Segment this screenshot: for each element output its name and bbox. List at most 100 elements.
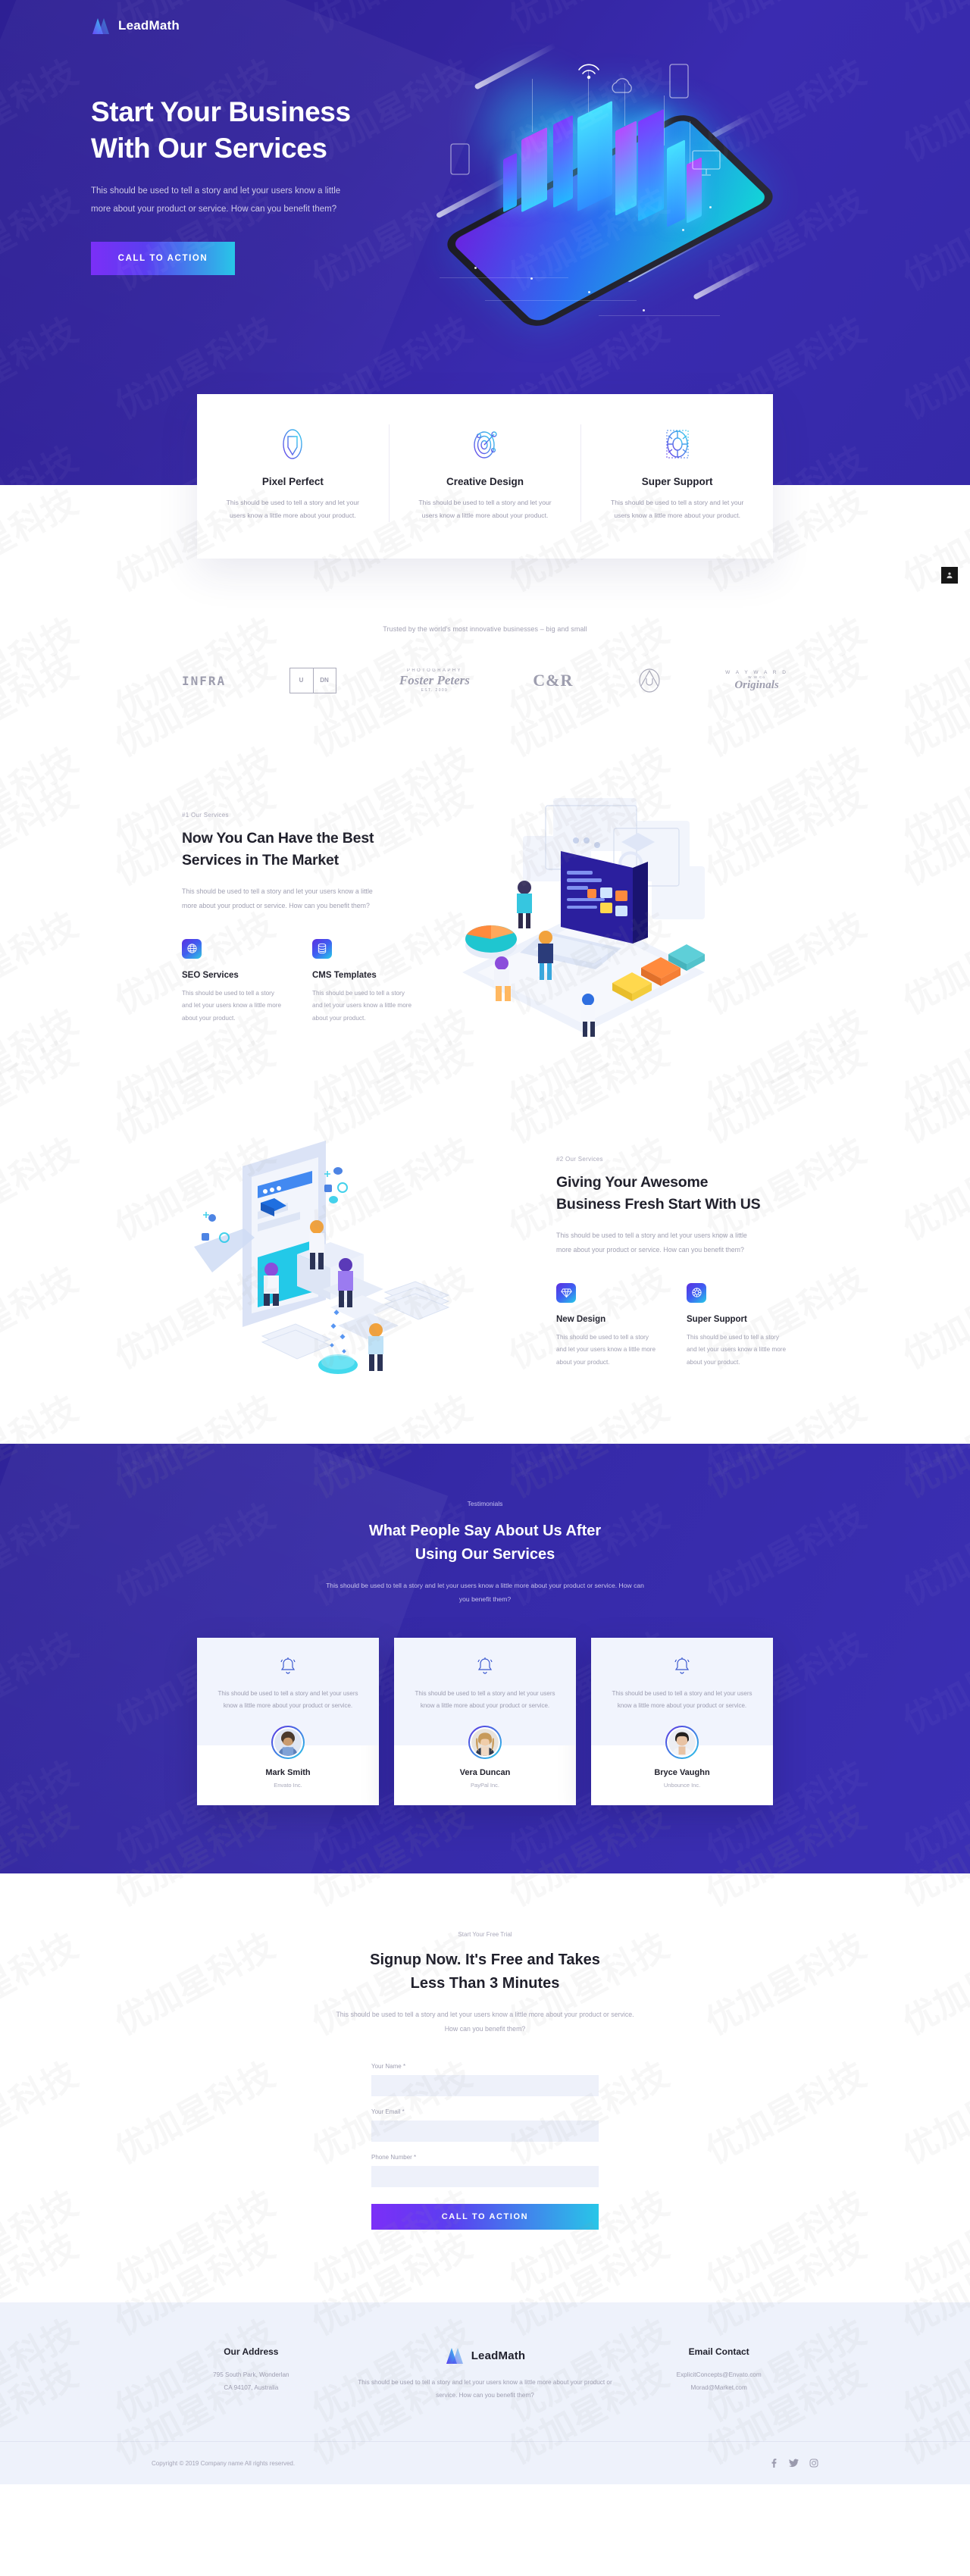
testimonial-card: This should be used to tell a story and … bbox=[197, 1638, 379, 1806]
bell-icon bbox=[608, 1656, 756, 1677]
signup-cta-button[interactable]: CALL TO ACTION bbox=[371, 2204, 599, 2230]
feature-card: Creative Design This should be used to t… bbox=[388, 424, 581, 523]
cloud-icon bbox=[612, 78, 632, 93]
services2-heading: Giving Your Awesome Business Fresh Start… bbox=[556, 1174, 761, 1213]
testimonial-quote: This should be used to tell a story and … bbox=[415, 1690, 555, 1710]
services1-heading: Now You Can Have the Best Services in Th… bbox=[182, 830, 374, 869]
signup-section: 优加星科技 优加星科技 优加星科技 优加星科技 优加星科技 优加星科技 优加星科技 优加星科技… bbox=[0, 1796, 970, 2430]
feature-title: Creative Design bbox=[446, 476, 524, 487]
landing-page: 优加星科技 优加星科技 优加星科技 优加星科技 优加星科技 优加星科技 优加星科技 优加星科技… bbox=[0, 0, 970, 2485]
diamond-icon bbox=[556, 1282, 576, 1303]
bell-icon bbox=[411, 1656, 559, 1677]
feature-text: This should be used to tell a story and … bbox=[418, 499, 552, 520]
lifebuoy-support-icon bbox=[607, 424, 747, 464]
phone-field-label: Phone Number * bbox=[371, 2154, 417, 2161]
dark-square-badge[interactable] bbox=[941, 567, 958, 584]
phone-field[interactable] bbox=[371, 2166, 599, 2188]
testimonial-role: Unbounce Inc. bbox=[663, 1782, 701, 1789]
wifi-icon bbox=[578, 64, 599, 80]
name-field-group: Your Name * bbox=[371, 2063, 599, 2097]
hero-cta-button[interactable]: CALL TO ACTION bbox=[91, 241, 235, 275]
testimonials-heading: What People Say About Us After Using Our… bbox=[368, 1523, 602, 1563]
hero-heading: Start Your Business With Our Services bbox=[91, 94, 447, 166]
feature-title: Super Support bbox=[641, 476, 713, 487]
feature-cards-section: Pixel Perfect This should be used to tel… bbox=[0, 394, 970, 559]
services1-illustration bbox=[432, 783, 788, 1038]
lifebuoy-icon bbox=[687, 1282, 706, 1303]
instagram-icon[interactable] bbox=[809, 2459, 818, 2468]
footer-brand-column: LeadMath This should be used to tell a s… bbox=[351, 2346, 620, 2402]
footer-brand[interactable]: LeadMath bbox=[351, 2346, 620, 2365]
footer-social-links bbox=[769, 2459, 818, 2468]
footer-address-text: 795 South Park, Wonderlan CA 94107, Aust… bbox=[213, 2371, 289, 2391]
wayward-originals-logo: W A Y W A R D W.W.Co Originals bbox=[725, 669, 788, 691]
testimonial-name: Vera Duncan bbox=[459, 1768, 511, 1778]
facebook-icon[interactable] bbox=[769, 2459, 778, 2468]
testimonial-quote: This should be used to tell a story and … bbox=[612, 1690, 753, 1710]
signup-form: Your Name * Your Email * Phone Number * … bbox=[371, 2063, 599, 2230]
twitter-icon[interactable] bbox=[789, 2459, 799, 2468]
testimonial-role: PayPal Inc. bbox=[471, 1782, 499, 1789]
pencil-pixel-icon bbox=[223, 424, 363, 464]
services2-eyebrow: #2 Our Services bbox=[556, 1156, 603, 1163]
service-card: CMS Templates This should be used to tel… bbox=[312, 938, 412, 1025]
service-card: Super Support This should be used to tel… bbox=[687, 1282, 787, 1369]
signup-paragraph: This should be used to tell a story and … bbox=[336, 2011, 634, 2033]
feature-card: Pixel Perfect This should be used to tel… bbox=[197, 424, 389, 522]
hero-heading-line1: Start Your Business bbox=[91, 96, 351, 127]
service-card-text: This should be used to tell a story and … bbox=[312, 989, 412, 1022]
foster-peters-logo: PHOTOGRAPHY Foster Peters EST. 2009 bbox=[399, 668, 470, 693]
service-card: New Design This should be used to tell a… bbox=[556, 1282, 656, 1369]
footer-email-title: Email Contact bbox=[688, 2346, 749, 2358]
testimonial-card: This should be used to tell a story and … bbox=[591, 1638, 773, 1806]
tablet-icon bbox=[669, 64, 689, 99]
monogram-circle-logo bbox=[637, 668, 662, 693]
testimonial-quote: This should be used to tell a story and … bbox=[217, 1690, 358, 1710]
target-creative-icon bbox=[415, 424, 555, 464]
feature-card: Super Support This should be used to tel… bbox=[580, 424, 773, 523]
leadmath-logo-icon bbox=[91, 17, 111, 35]
brand-name: LeadMath bbox=[118, 18, 180, 33]
service-card-text: This should be used to tell a story and … bbox=[182, 989, 282, 1022]
email-field[interactable] bbox=[371, 2121, 599, 2142]
hero-paragraph: This should be used to tell a story and … bbox=[91, 186, 341, 214]
footer-address-title: Our Address bbox=[224, 2346, 279, 2358]
footer-copyright: Copyright © 2019 Company name All rights… bbox=[152, 2459, 296, 2467]
phone-outline-icon bbox=[450, 143, 470, 175]
name-field-label: Your Name * bbox=[371, 2063, 406, 2071]
brand-logo-header[interactable]: LeadMath bbox=[91, 0, 879, 35]
feature-text: This should be used to tell a story and … bbox=[611, 499, 744, 520]
service-card-title: SEO Services bbox=[182, 970, 239, 980]
services-section-1: 优加星科技 优加星科技 优加星科技 优加星科技 优加星科技 优加星科技 优加星科技 优加星科技… bbox=[0, 646, 970, 1151]
footer-brand-name: LeadMath bbox=[471, 2349, 526, 2362]
testimonial-name: Mark Smith bbox=[265, 1768, 311, 1778]
clients-note: Trusted by the world's most innovative b… bbox=[383, 625, 587, 634]
testimonials-paragraph: This should be used to tell a story and … bbox=[326, 1582, 644, 1604]
signup-eyebrow: Start Your Free Trial bbox=[458, 1931, 512, 1939]
service-card-title: Super Support bbox=[687, 1314, 747, 1324]
footer-address-column: Our Address 795 South Park, Wonderlan CA… bbox=[152, 2346, 351, 2394]
services-section-2: 优加星科技 优加星科技 优加星科技 优加星科技 优加星科技 优加星科技 优加星科技 优加星科技… bbox=[0, 1001, 970, 1506]
service-card-title: New Design bbox=[556, 1314, 606, 1324]
testimonials-eyebrow: Testimonials bbox=[467, 1500, 503, 1508]
leadmath-logo-icon bbox=[445, 2346, 465, 2365]
avatar bbox=[665, 1726, 699, 1759]
avatar bbox=[271, 1726, 305, 1759]
service-card-title: CMS Templates bbox=[312, 970, 377, 980]
email-field-group: Your Email * bbox=[371, 2108, 599, 2142]
bell-icon bbox=[214, 1656, 362, 1677]
footer-email-column: Email Contact ExplicitConcepts@Envato.co… bbox=[619, 2346, 818, 2394]
monitor-icon bbox=[692, 150, 721, 176]
name-field[interactable] bbox=[371, 2075, 599, 2097]
services1-paragraph: This should be used to tell a story and … bbox=[182, 887, 373, 909]
cr-logo: C&R bbox=[533, 671, 574, 690]
footer: 优加星科技优加星科技优加星科技优加星科技优加星科技优加星科技优加星科技优加星科技… bbox=[0, 2225, 970, 2485]
email-field-label: Your Email * bbox=[371, 2108, 405, 2116]
hero-heading-line2: With Our Services bbox=[91, 132, 327, 164]
udnes-logo: U DN bbox=[289, 668, 336, 694]
testimonial-name: Bryce Vaughn bbox=[654, 1768, 710, 1778]
feature-text: This should be used to tell a story and … bbox=[226, 499, 359, 520]
watermark-overlay: 优加星科技优加星科技优加星科技优加星科技优加星科技优加星科技优加星科技优加星科技… bbox=[0, 481, 970, 857]
feature-title: Pixel Perfect bbox=[261, 476, 324, 487]
avatar bbox=[468, 1726, 502, 1759]
